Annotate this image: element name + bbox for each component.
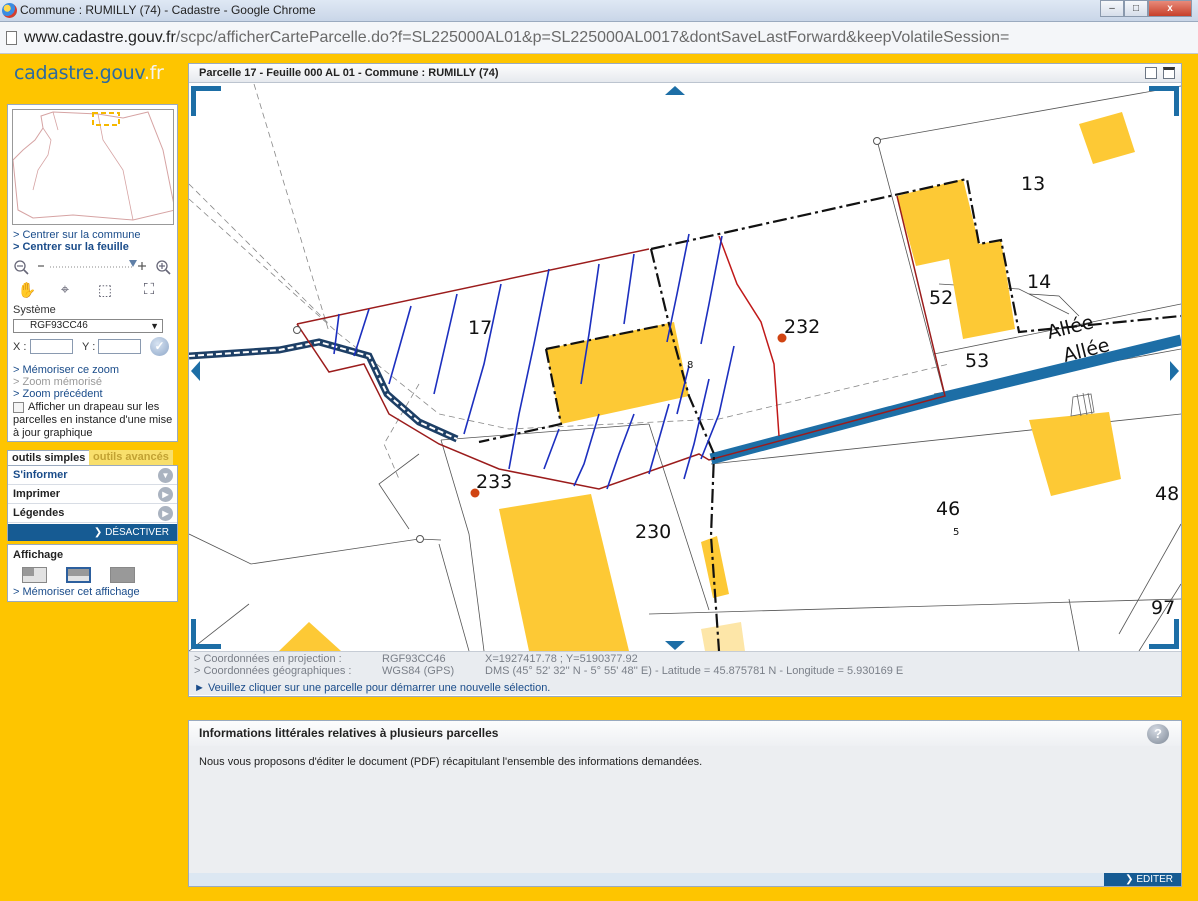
- minimize-button[interactable]: –: [1100, 0, 1124, 17]
- label-17: 17: [468, 317, 492, 339]
- selection-note: ► Veuillez cliquer sur une parcelle pour…: [194, 682, 551, 694]
- layout-split-icon[interactable]: [22, 567, 47, 583]
- desactiver-label: DÉSACTIVER: [105, 527, 169, 538]
- projection-value: X=1927417.78 ; Y=5190377.92: [485, 653, 638, 665]
- label-8: 8: [687, 360, 693, 371]
- label-14: 14: [1027, 271, 1051, 293]
- label-230: 230: [635, 521, 671, 543]
- cadastre-map[interactable]: 13 14 52 53 17 232 8 233 230 46 5 48 97 …: [189, 84, 1181, 651]
- zoom-memorise-link: > Zoom mémorisé: [13, 376, 102, 388]
- window-titlebar: Commune : RUMILLY (74) - Cadastre - Goog…: [0, 0, 1198, 22]
- layout-wide-icon[interactable]: [66, 567, 91, 583]
- address-bar[interactable]: www.cadastre.gouv.fr/scpc/afficherCarteP…: [0, 22, 1198, 54]
- label-53: 53: [965, 350, 989, 372]
- zoom-slider[interactable]: [12, 258, 174, 276]
- label-13: 13: [1021, 173, 1045, 195]
- menu-item-imprimer[interactable]: Imprimer ▶: [8, 485, 177, 504]
- zoom-precedent-link[interactable]: > Zoom précédent: [13, 388, 103, 400]
- chevron-right-icon: ▶: [158, 506, 173, 521]
- url-domain: www.cadastre.gouv.fr: [24, 29, 176, 46]
- center-crosshair-icon[interactable]: ⌖: [52, 281, 78, 301]
- site-logo[interactable]: cadastre.gouv.fr: [14, 62, 164, 84]
- projection-label: > Coordonnées en projection :: [194, 653, 342, 665]
- x-label: X :: [13, 341, 27, 353]
- pan-hand-icon[interactable]: ✋: [14, 281, 40, 301]
- chevron-down-icon: ▼: [158, 468, 173, 483]
- chevron-right-icon: ▶: [158, 487, 173, 502]
- tab-outils-simples[interactable]: outils simples: [7, 450, 91, 465]
- tab-outils-avances[interactable]: outils avancés: [89, 450, 173, 465]
- label-46: 46: [936, 498, 960, 520]
- label-52: 52: [929, 287, 953, 309]
- geo-value: DMS (45° 52' 32'' N - 5° 55' 48'' E) - L…: [485, 665, 904, 677]
- map-window: Parcelle 17 - Feuille 000 AL 01 - Commun…: [188, 63, 1182, 697]
- systeme-value: RGF93CC46: [30, 320, 88, 331]
- geo-system: WGS84 (GPS): [382, 665, 455, 677]
- systeme-label: Système: [13, 304, 56, 316]
- label-97: 97: [1151, 597, 1175, 619]
- y-label: Y :: [82, 341, 96, 353]
- label-48: 48: [1155, 483, 1179, 505]
- desactiver-button[interactable]: ❯ DÉSACTIVER: [8, 524, 177, 541]
- validate-coordinates-button[interactable]: ✓: [150, 337, 169, 356]
- geo-label: > Coordonnées géographiques :: [194, 665, 352, 677]
- window-controls: – □ x: [1100, 0, 1192, 17]
- affichage-panel: Affichage > Mémoriser cet affichage: [7, 544, 178, 602]
- restore-map-icon[interactable]: [1145, 67, 1157, 79]
- centrer-commune-link[interactable]: > Centrer sur la commune: [13, 229, 140, 241]
- projection-system: RGF93CC46: [382, 653, 446, 665]
- menu-item-label: Imprimer: [13, 488, 61, 500]
- logo-suffix: .fr: [143, 62, 164, 84]
- menu-item-label: Légendes: [13, 507, 65, 519]
- maximize-map-icon[interactable]: [1163, 67, 1175, 79]
- menu-item-sinformer[interactable]: S'informer ▼: [8, 466, 177, 485]
- editer-label: EDITER: [1136, 874, 1173, 885]
- flag-checkbox-label: Afficher un drapeau sur les parcelles en…: [13, 401, 173, 439]
- memoriser-affichage-link[interactable]: > Mémoriser cet affichage: [13, 586, 140, 598]
- url-text[interactable]: www.cadastre.gouv.fr/scpc/afficherCarteP…: [24, 29, 1009, 47]
- window-title: Commune : RUMILLY (74) - Cadastre - Goog…: [20, 3, 316, 17]
- navigation-panel: > Centrer sur la commune > Centrer sur l…: [7, 104, 178, 442]
- dropdown-arrow-icon: ▼: [150, 321, 159, 331]
- map-footer: > Coordonnées en projection : RGF93CC46 …: [189, 651, 1181, 695]
- map-tools: ✋ ⌖ ⬚ ⛶: [12, 281, 174, 303]
- tools-menu: S'informer ▼ Imprimer ▶ Légendes ▶ ❯ DÉSACT…: [7, 465, 178, 541]
- centrer-feuille-link[interactable]: > Centrer sur la feuille: [13, 241, 129, 253]
- info-text: Nous vous proposons d'éditer le document…: [199, 756, 703, 768]
- x-coordinate-input[interactable]: [30, 339, 73, 354]
- affichage-title: Affichage: [13, 549, 64, 561]
- map-header: Parcelle 17 - Feuille 000 AL 01 - Commun…: [189, 64, 1181, 83]
- url-path: /scpc/afficherCarteParcelle.do?f=SL22500…: [175, 29, 1010, 46]
- menu-item-label: S'informer: [13, 469, 68, 481]
- label-5: 5: [953, 527, 959, 538]
- y-coordinate-input[interactable]: [98, 339, 141, 354]
- menu-item-legendes[interactable]: Légendes ▶: [8, 504, 177, 523]
- map-title: Parcelle 17 - Feuille 000 AL 01 - Commun…: [199, 67, 499, 79]
- overview-minimap[interactable]: [12, 109, 176, 225]
- layout-full-icon[interactable]: [110, 567, 135, 583]
- help-icon[interactable]: ?: [1147, 724, 1169, 744]
- minimap-svg: [12, 111, 176, 221]
- logo-main: cadastre.gouv: [14, 62, 144, 84]
- close-button[interactable]: x: [1148, 0, 1192, 17]
- memoriser-zoom-link[interactable]: > Mémoriser ce zoom: [13, 364, 119, 376]
- systeme-select[interactable]: RGF93CC46 ▼: [13, 319, 163, 333]
- info-title: Informations littérales relatives à plus…: [189, 721, 1181, 746]
- editer-button[interactable]: ❯ EDITER: [1104, 873, 1181, 886]
- chrome-icon: [2, 3, 17, 18]
- label-233: 233: [476, 471, 512, 493]
- zoom-rectangle-icon[interactable]: ⛶: [136, 281, 162, 301]
- zoom-slider-svg: [14, 260, 171, 275]
- select-rectangle-icon[interactable]: ⬚: [92, 281, 118, 301]
- page-icon: [6, 31, 17, 45]
- maximize-button[interactable]: □: [1124, 0, 1148, 17]
- info-bottom-bar: [189, 873, 1181, 886]
- label-232: 232: [784, 316, 820, 338]
- info-window: Informations littérales relatives à plus…: [188, 720, 1182, 887]
